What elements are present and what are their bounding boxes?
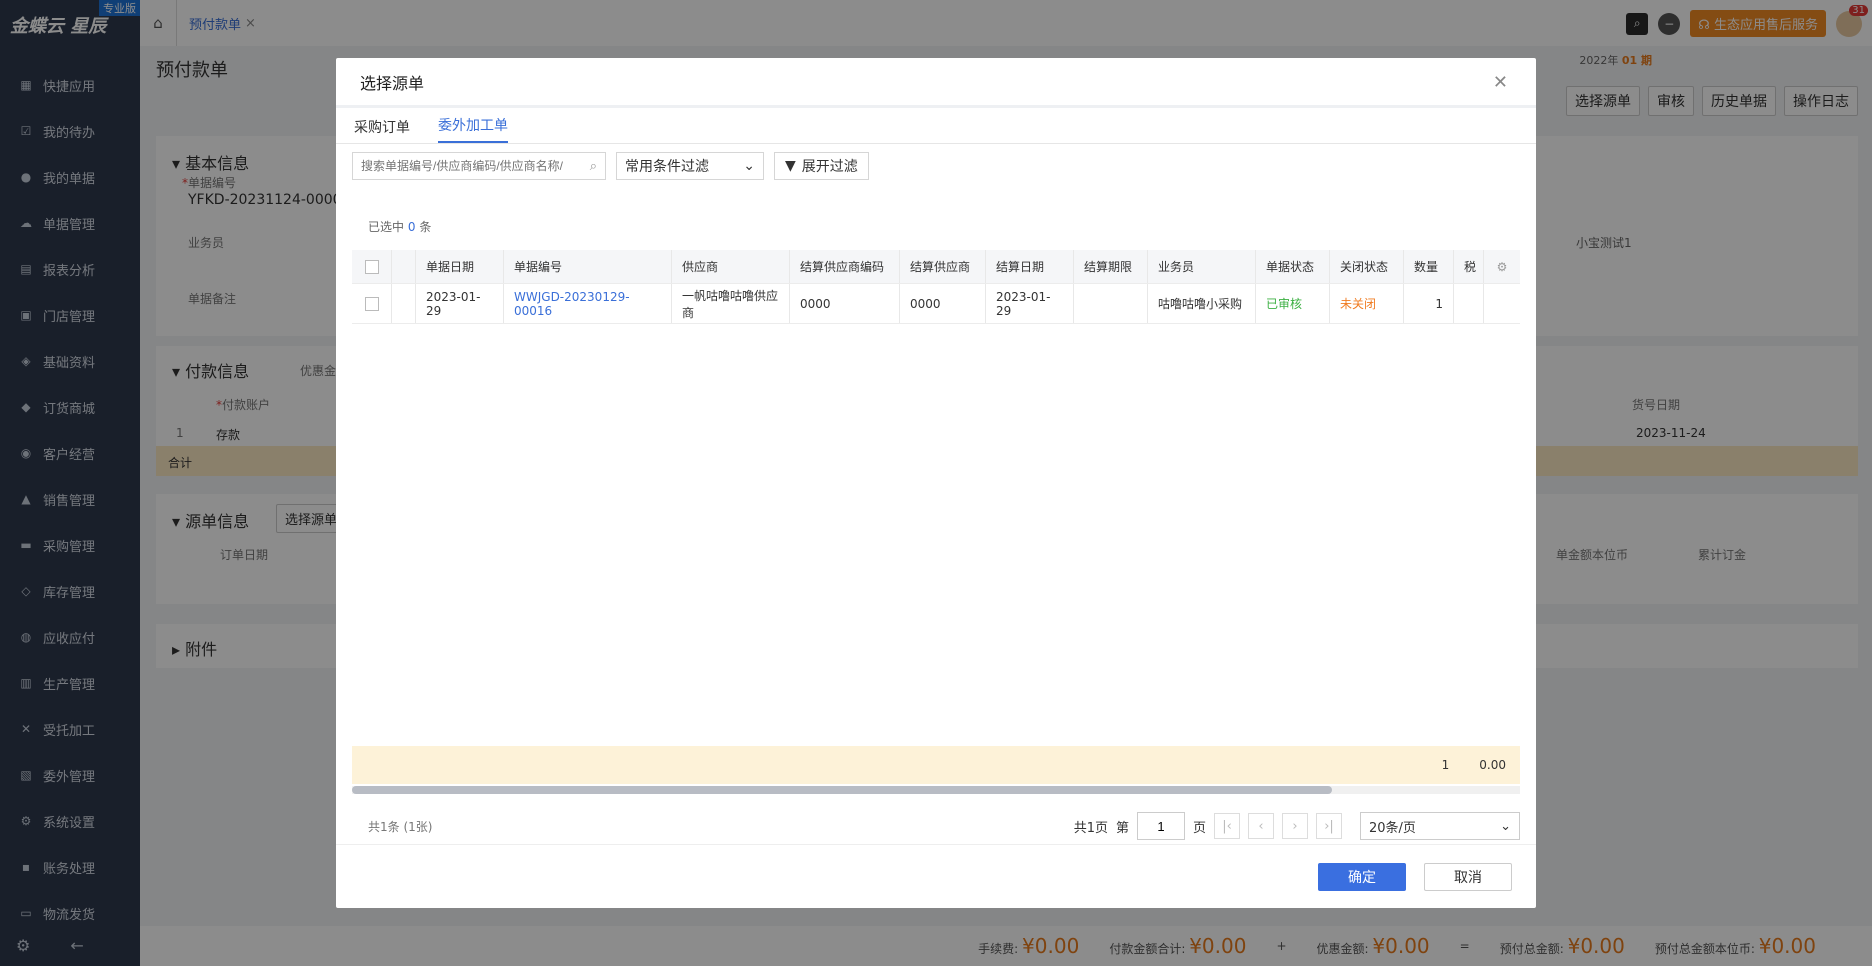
last-page-icon[interactable]: ›| bbox=[1316, 813, 1342, 839]
pagination: 共1条 (1张) 共1页 第 页 |‹ ‹ › ›| 20条/页 ⌄ bbox=[352, 806, 1520, 846]
col-close-status[interactable]: 关闭状态 bbox=[1330, 250, 1404, 283]
chevron-down-icon: ⌄ bbox=[1500, 818, 1511, 834]
cell-settle-supplier: 0000 bbox=[900, 284, 986, 323]
col-doc-date[interactable]: 单据日期 bbox=[416, 250, 504, 283]
next-page-icon[interactable]: › bbox=[1282, 813, 1308, 839]
row-select-cell bbox=[352, 284, 392, 323]
cell-close-status: 未关闭 bbox=[1330, 284, 1404, 323]
filter-row: ⌕ 常用条件过滤 ⌄ ▼ 展开过滤 bbox=[352, 152, 869, 180]
horizontal-scrollbar[interactable] bbox=[352, 786, 1520, 794]
page-size-select[interactable]: 20条/页 ⌄ bbox=[1360, 812, 1520, 840]
first-page-icon[interactable]: |‹ bbox=[1214, 813, 1240, 839]
page-prefix: 第 bbox=[1115, 820, 1129, 836]
table-header: 单据日期 单据编号 供应商 结算供应商编码 结算供应商 结算日期 结算期限 业务… bbox=[352, 250, 1520, 284]
cancel-button[interactable]: 取消 bbox=[1424, 862, 1512, 891]
col-qty[interactable]: 数量 bbox=[1404, 250, 1454, 283]
col-settle-code[interactable]: 结算供应商编码 bbox=[790, 250, 900, 283]
selected-suffix: 条 bbox=[419, 220, 432, 234]
dialog-footer: 确定 取消 bbox=[336, 844, 1536, 908]
cell-settle-date: 2023-01-29 bbox=[986, 284, 1074, 323]
cell-salesman: 咕噜咕噜小采购 bbox=[1148, 284, 1256, 323]
condition-filter-value: 常用条件过滤 bbox=[625, 159, 709, 175]
select-all-cell bbox=[352, 250, 392, 283]
source-table: 单据日期 单据编号 供应商 结算供应商编码 结算供应商 结算日期 结算期限 业务… bbox=[352, 250, 1520, 324]
pager-controls: 共1页 第 页 |‹ ‹ › ›| 20条/页 ⌄ bbox=[1074, 812, 1520, 840]
page-number-input[interactable] bbox=[1136, 812, 1185, 840]
cell-qty: 1 bbox=[1404, 284, 1454, 323]
selected-prefix: 已选中 bbox=[368, 220, 405, 234]
total-amount: 0.00 bbox=[1479, 758, 1506, 772]
col-tax[interactable]: 税 bbox=[1454, 250, 1484, 283]
col-settle-term[interactable]: 结算期限 bbox=[1074, 250, 1148, 283]
tab-outsource-order[interactable]: 委外加工单 bbox=[438, 115, 508, 143]
select-all-checkbox[interactable] bbox=[364, 259, 379, 274]
total-qty: 1 bbox=[1441, 758, 1450, 772]
col-status[interactable]: 单据状态 bbox=[1256, 250, 1330, 283]
table-row[interactable]: 2023-01-29 WWJGD-20230129-00016 一帆咕噜咕噜供应… bbox=[352, 284, 1520, 324]
filter-icon: ▼ bbox=[785, 158, 796, 174]
cell-settle-term bbox=[1074, 284, 1148, 323]
page-suffix: 页 bbox=[1192, 820, 1206, 836]
dialog-tabs: 采购订单 委外加工单 bbox=[336, 108, 1536, 144]
select-source-dialog: 选择源单 ✕ 采购订单 委外加工单 ⌕ 常用条件过滤 ⌄ ▼ 展开过滤 已选中 … bbox=[336, 58, 1536, 908]
chevron-down-icon: ⌄ bbox=[743, 158, 755, 174]
header-spacer bbox=[392, 250, 416, 283]
col-settle-date[interactable]: 结算日期 bbox=[986, 250, 1074, 283]
scrollbar-thumb[interactable] bbox=[352, 786, 1332, 794]
selected-count-info: 已选中 0 条 bbox=[368, 218, 431, 235]
condition-filter-select[interactable]: 常用条件过滤 ⌄ bbox=[616, 152, 764, 180]
col-supplier[interactable]: 供应商 bbox=[672, 250, 790, 283]
col-settle-supplier[interactable]: 结算供应商 bbox=[900, 250, 986, 283]
row-checkbox[interactable] bbox=[364, 296, 379, 311]
expand-filter-label: 展开过滤 bbox=[801, 159, 858, 175]
tab-purchase-order[interactable]: 采购订单 bbox=[354, 117, 410, 143]
search-icon[interactable]: ⌕ bbox=[590, 159, 597, 174]
cell-supplier: 一帆咕噜咕噜供应商 bbox=[672, 284, 790, 323]
col-salesman[interactable]: 业务员 bbox=[1148, 250, 1256, 283]
search-box: ⌕ bbox=[352, 152, 606, 180]
cell-status: 已审核 bbox=[1256, 284, 1330, 323]
close-icon[interactable]: ✕ bbox=[1493, 72, 1508, 93]
col-doc-no[interactable]: 单据编号 bbox=[504, 250, 672, 283]
cell-doc-date: 2023-01-29 bbox=[416, 284, 504, 323]
column-settings-icon[interactable]: ⚙ bbox=[1484, 250, 1520, 283]
pager-summary: 共1条 (1张) bbox=[368, 819, 433, 834]
cell-doc-no-link[interactable]: WWJGD-20230129-00016 bbox=[504, 284, 672, 323]
expand-filter-button[interactable]: ▼ 展开过滤 bbox=[774, 152, 869, 180]
table-total-row: 1 0.00 bbox=[352, 746, 1520, 784]
search-input[interactable] bbox=[361, 159, 571, 173]
selected-count: 0 bbox=[407, 220, 416, 234]
page-size-value: 20条/页 bbox=[1369, 820, 1416, 836]
dialog-title: 选择源单 bbox=[360, 73, 425, 93]
row-spacer bbox=[392, 284, 416, 323]
prev-page-icon[interactable]: ‹ bbox=[1248, 813, 1274, 839]
confirm-button[interactable]: 确定 bbox=[1318, 862, 1406, 891]
cell-tax bbox=[1454, 284, 1484, 323]
cell-settle-code: 0000 bbox=[790, 284, 900, 323]
total-pages: 共1页 bbox=[1073, 820, 1108, 836]
dialog-header: 选择源单 ✕ bbox=[336, 58, 1536, 108]
